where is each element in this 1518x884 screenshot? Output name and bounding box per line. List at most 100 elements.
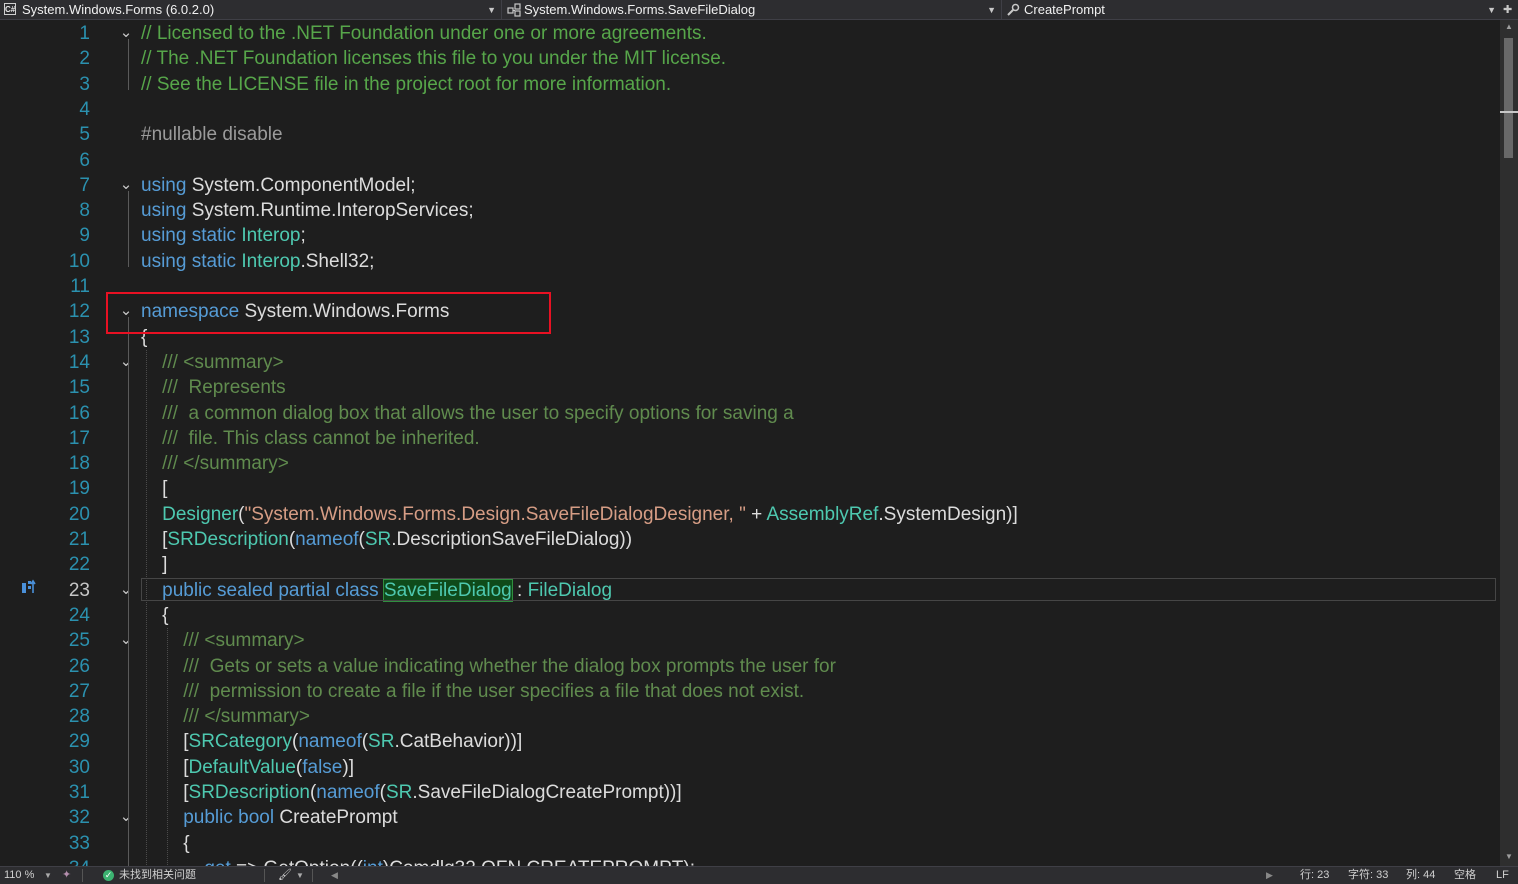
code-token: [ — [141, 731, 189, 753]
code-token: /// a common dialog box that allows the … — [162, 402, 794, 424]
line-ending[interactable]: LF — [1496, 867, 1509, 884]
code-token: AssemblyRef — [766, 503, 879, 525]
code-line[interactable]: 1 ⌄// Licensed to the .NET Foundation und… — [0, 21, 1500, 46]
code-line[interactable]: 7 ⌄ using System.ComponentModel; — [0, 173, 1500, 198]
code-line[interactable]: 27 /// permission to create a file if th… — [0, 679, 1500, 704]
code-token: /// Gets or sets a value indicating whet… — [183, 655, 836, 677]
fold-toggle-icon[interactable]: ⌄ — [116, 23, 136, 43]
code-line[interactable]: 24 { — [0, 603, 1500, 628]
status-divider — [82, 869, 83, 882]
fold-toggle-icon[interactable]: ⌄ — [116, 352, 136, 372]
fold-toggle-icon[interactable]: ⌄ — [116, 807, 136, 827]
status-divider — [312, 869, 313, 882]
vertical-scrollbar[interactable]: ▲ ▼ — [1500, 20, 1518, 866]
annotation-highlight-box — [106, 292, 551, 334]
member-dropdown[interactable]: CreatePrompt ▼ — [1002, 0, 1500, 20]
code-line[interactable]: 21 [SRDescription(nameof(SR.DescriptionS… — [0, 527, 1500, 552]
code-token: // Licensed to the .NET Foundation under… — [141, 23, 707, 44]
code-token: /// permission to create a file if the u… — [183, 680, 805, 702]
code-token: public bool — [183, 807, 275, 829]
code-token: [ — [141, 529, 168, 550]
scrollbar-thumb[interactable] — [1504, 38, 1513, 158]
code-text: [ — [141, 476, 167, 501]
code-line[interactable]: 8 using System.Runtime.InteropServices; — [0, 198, 1500, 223]
scroll-up-arrow-icon[interactable]: ▲ — [1503, 22, 1515, 31]
project-dropdown[interactable]: C# System.Windows.Forms (6.0.2.0) ▼ — [0, 0, 500, 20]
code-line[interactable]: 28 /// </summary> — [0, 704, 1500, 729]
code-text: using System.ComponentModel; — [141, 173, 416, 198]
code-line[interactable]: 6 — [0, 148, 1500, 173]
line-number: 32 — [68, 807, 90, 829]
implementation-glyph-icon[interactable] — [21, 579, 37, 597]
code-token: nameof — [316, 782, 380, 803]
code-token: ; — [300, 225, 306, 247]
brush-icon[interactable]: 🖌 — [278, 867, 292, 884]
code-line[interactable]: 9 using static Interop; — [0, 223, 1500, 248]
line-number: 34 — [30, 856, 90, 866]
copilot-icon[interactable]: ✦ — [62, 867, 71, 884]
code-line[interactable]: 34 get => GetOption((int)Comdlg32.OFN.CR… — [0, 856, 1500, 866]
code-text: #nullable disable — [141, 122, 283, 147]
line-number: 1 — [79, 23, 90, 44]
code-line[interactable]: 25 ⌄ /// <summary> — [0, 628, 1500, 653]
code-token: SR — [364, 529, 392, 550]
whitespace-mode[interactable]: 空格 — [1454, 867, 1476, 884]
code-line[interactable]: 22 ] — [0, 552, 1500, 577]
code-line[interactable]: 29 [SRCategory(nameof(SR.CatBehavior))] — [0, 729, 1500, 754]
code-token: .SaveFileDialogCreatePrompt))] — [412, 782, 682, 803]
project-label: System.Windows.Forms (6.0.2.0) — [22, 2, 215, 17]
check-circle-icon: ✓ — [103, 870, 114, 881]
code-line[interactable]: 18 /// </summary> — [0, 451, 1500, 476]
code-line[interactable]: 17 /// file. This class cannot be inheri… — [0, 426, 1500, 451]
fold-toggle-icon[interactable]: ⌄ — [116, 630, 136, 650]
code-line[interactable]: 33 { — [0, 831, 1500, 856]
code-line[interactable]: 19 [ — [0, 476, 1500, 501]
code-line[interactable]: 10 using static Interop.Shell32; — [0, 249, 1500, 274]
line-indicator[interactable]: 行: 23 — [1300, 867, 1329, 884]
code-token: { — [141, 832, 190, 854]
issues-status[interactable]: 未找到相关问题 — [119, 867, 196, 884]
code-line[interactable]: 15 /// Represents — [0, 375, 1500, 400]
code-text: /// Gets or sets a value indicating whet… — [141, 654, 836, 679]
type-label: System.Windows.Forms.SaveFileDialog — [524, 2, 756, 17]
type-dropdown[interactable]: System.Windows.Forms.SaveFileDialog ▼ — [502, 0, 1000, 20]
code-text: /// </summary> — [141, 451, 289, 476]
line-number: 16 — [68, 402, 90, 424]
code-token: int — [363, 858, 383, 866]
chevron-down-icon[interactable]: ▼ — [296, 867, 304, 884]
char-indicator[interactable]: 字符: 33 — [1348, 867, 1388, 884]
zoom-dropdown-icon[interactable]: ▼ — [44, 867, 52, 884]
code-line[interactable]: 16 /// a common dialog box that allows t… — [0, 401, 1500, 426]
split-editor-button[interactable]: ✚ — [1503, 0, 1512, 20]
line-number: 33 — [68, 832, 90, 854]
column-indicator[interactable]: 列: 44 — [1406, 867, 1435, 884]
scroll-right-arrow-icon[interactable]: ▶ — [1266, 867, 1273, 884]
code-line[interactable]: 30 [DefaultValue(false)] — [0, 755, 1500, 780]
code-line[interactable]: 32 ⌄ public bool CreatePrompt — [0, 805, 1500, 830]
code-line[interactable]: 31 [SRDescription(nameof(SR.SaveFileDial… — [0, 780, 1500, 805]
zoom-level[interactable]: 110 % — [4, 867, 34, 884]
scroll-down-arrow-icon[interactable]: ▼ — [1503, 852, 1515, 861]
code-token: get — [204, 858, 230, 866]
code-line[interactable]: 5 #nullable disable — [0, 122, 1500, 147]
code-token: /// </summary> — [183, 706, 310, 728]
code-line[interactable]: 20 Designer("System.Windows.Forms.Design… — [0, 502, 1500, 527]
code-token: SR — [385, 782, 413, 803]
code-editor[interactable]: 1 ⌄// Licensed to the .NET Foundation und… — [0, 20, 1500, 866]
line-number: 13 — [68, 326, 90, 348]
code-line[interactable]: 26 /// Gets or sets a value indicating w… — [0, 654, 1500, 679]
code-text: // The .NET Foundation licenses this fil… — [141, 46, 726, 71]
line-number: 6 — [79, 149, 90, 171]
code-line[interactable]: 3 // See the LICENSE file in the project … — [0, 72, 1500, 97]
scroll-left-arrow-icon[interactable]: ◀ — [331, 867, 338, 884]
fold-toggle-icon[interactable]: ⌄ — [116, 175, 136, 195]
code-line[interactable]: 14 ⌄ /// <summary> — [0, 350, 1500, 375]
fold-toggle-icon[interactable]: ⌄ — [116, 580, 136, 600]
line-number: 3 — [79, 73, 90, 95]
code-line[interactable]: 2 // The .NET Foundation licenses this fi… — [0, 46, 1500, 71]
code-line[interactable]: 4 — [0, 97, 1500, 122]
code-token: SRCategory — [188, 731, 293, 753]
